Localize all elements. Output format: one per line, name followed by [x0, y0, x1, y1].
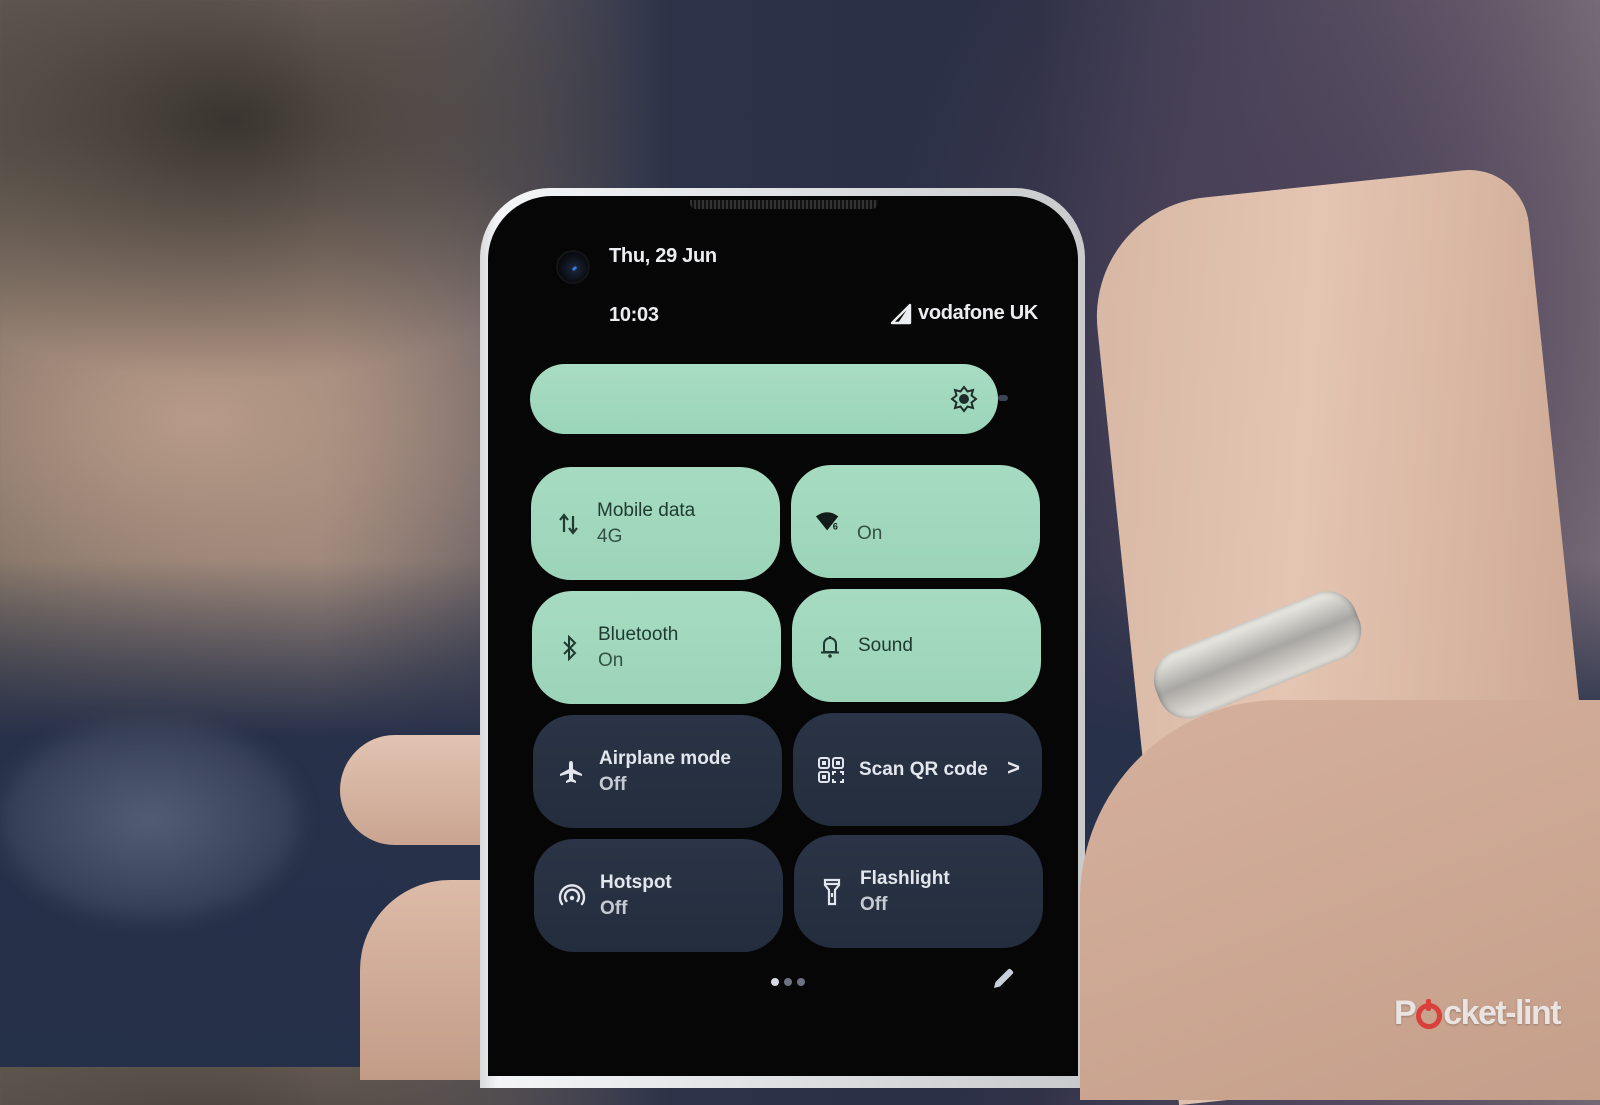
tile-label: Flashlight	[860, 867, 950, 889]
tile-flashlight[interactable]: Flashlight Off	[794, 835, 1043, 948]
carrier-name: vodafone UK	[918, 302, 1039, 324]
background-blur	[0, 720, 300, 920]
tile-hotspot[interactable]: Hotspot Off	[534, 839, 783, 952]
front-camera	[558, 252, 588, 282]
tile-wifi[interactable]: 6 On	[791, 465, 1040, 578]
tile-airplane-mode[interactable]: Airplane mode Off	[533, 715, 782, 828]
signal-triangle-icon	[890, 303, 912, 324]
tile-sound[interactable]: Sound	[792, 589, 1041, 702]
status-date: Thu, 29 Jun	[609, 245, 717, 267]
airplane-icon	[557, 758, 585, 786]
hotspot-icon	[558, 882, 586, 910]
tile-state: 4G	[597, 525, 623, 547]
mobile-data-arrows-icon	[555, 510, 583, 538]
flashlight-icon	[818, 878, 846, 906]
tile-state: On	[598, 649, 624, 671]
chevron-right-icon: >	[1007, 755, 1020, 780]
page-indicator[interactable]	[771, 978, 805, 986]
earpiece-speaker	[690, 200, 878, 209]
carrier-info: vodafone UK	[890, 302, 1038, 325]
pencil-icon[interactable]	[990, 966, 1016, 992]
page-dot-1[interactable]	[771, 978, 779, 986]
tile-label: Bluetooth	[598, 623, 679, 645]
tile-label: Hotspot	[600, 871, 672, 893]
tile-state: On	[857, 522, 883, 544]
tile-label: Mobile data	[597, 499, 696, 521]
tile-state: Off	[599, 773, 627, 795]
tile-scan-qr-code[interactable]: Scan QR code >	[793, 713, 1042, 826]
watermark-text-end: cket-lint	[1443, 994, 1561, 1032]
tile-state: Off	[600, 897, 628, 919]
page-dot-2[interactable]	[784, 978, 792, 986]
status-time: 10:03	[609, 304, 659, 326]
wifi-6-icon: 6	[815, 508, 843, 536]
tile-label: Scan QR code	[859, 758, 988, 780]
qr-code-icon	[817, 756, 845, 784]
power-icon	[1416, 998, 1443, 1029]
tile-mobile-data[interactable]: Mobile data 4G	[531, 467, 780, 580]
bluetooth-icon	[556, 634, 584, 662]
watermark-text-start: P	[1394, 994, 1417, 1032]
brightness-slider[interactable]	[530, 364, 998, 434]
palm	[1080, 700, 1600, 1100]
tile-label: Sound	[858, 634, 913, 656]
tile-label: Airplane mode	[599, 747, 731, 769]
page-dot-3[interactable]	[797, 978, 805, 986]
pocketlint-watermark: Pcket-lint	[1394, 994, 1562, 1033]
svg-text:6: 6	[833, 521, 838, 531]
brightness-icon	[950, 385, 978, 413]
tile-bluetooth[interactable]: Bluetooth On	[532, 591, 781, 704]
bell-icon	[816, 632, 844, 660]
brightness-track-end	[998, 395, 1008, 401]
tile-state: Off	[860, 893, 888, 915]
